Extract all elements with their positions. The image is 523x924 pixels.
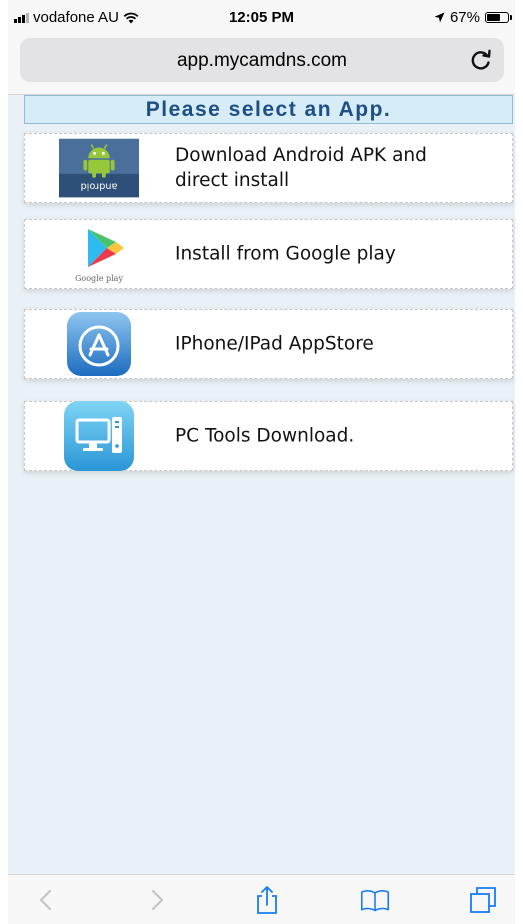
android-icon-text: android	[80, 181, 117, 192]
app-option-label: Install from Google play	[175, 243, 396, 265]
battery-icon	[485, 12, 512, 23]
app-option-label: Download Android APK and direct install	[175, 145, 427, 191]
reload-icon[interactable]	[468, 47, 494, 73]
app-option-pc-tools[interactable]: PC Tools Download.	[24, 401, 513, 471]
forward-icon[interactable]	[141, 885, 171, 915]
app-option-app-store[interactable]: IPhone/IPad AppStore	[24, 309, 513, 379]
url-text[interactable]: app.mycamdns.com	[20, 50, 504, 72]
app-option-google-play[interactable]: Google play Install from Google play	[24, 219, 513, 289]
status-bar: vodafone AU 12:05 PM 67%	[8, 0, 515, 36]
share-icon[interactable]	[252, 885, 282, 915]
app-option-label: PC Tools Download.	[175, 425, 355, 447]
location-icon	[434, 12, 445, 23]
browser-chrome: app.mycamdns.com	[8, 36, 515, 95]
app-option-label: IPhone/IPad AppStore	[175, 333, 374, 355]
google-play-icon-text: Google play	[75, 274, 123, 283]
app-option-android-apk[interactable]: android Download Android APK and direct …	[24, 133, 513, 203]
address-bar[interactable]: app.mycamdns.com	[20, 38, 504, 82]
back-icon[interactable]	[32, 885, 62, 915]
battery-percent: 67%	[449, 9, 480, 26]
browser-toolbar	[8, 874, 515, 924]
pc-tools-icon	[59, 401, 139, 471]
page-title: Please select an App.	[24, 95, 513, 124]
google-play-icon: Google play	[59, 224, 139, 284]
android-icon: android	[59, 138, 139, 198]
app-store-icon	[59, 312, 139, 376]
bookmarks-icon[interactable]	[360, 885, 390, 915]
tabs-icon[interactable]	[468, 885, 498, 915]
status-right: 67%	[434, 9, 512, 26]
